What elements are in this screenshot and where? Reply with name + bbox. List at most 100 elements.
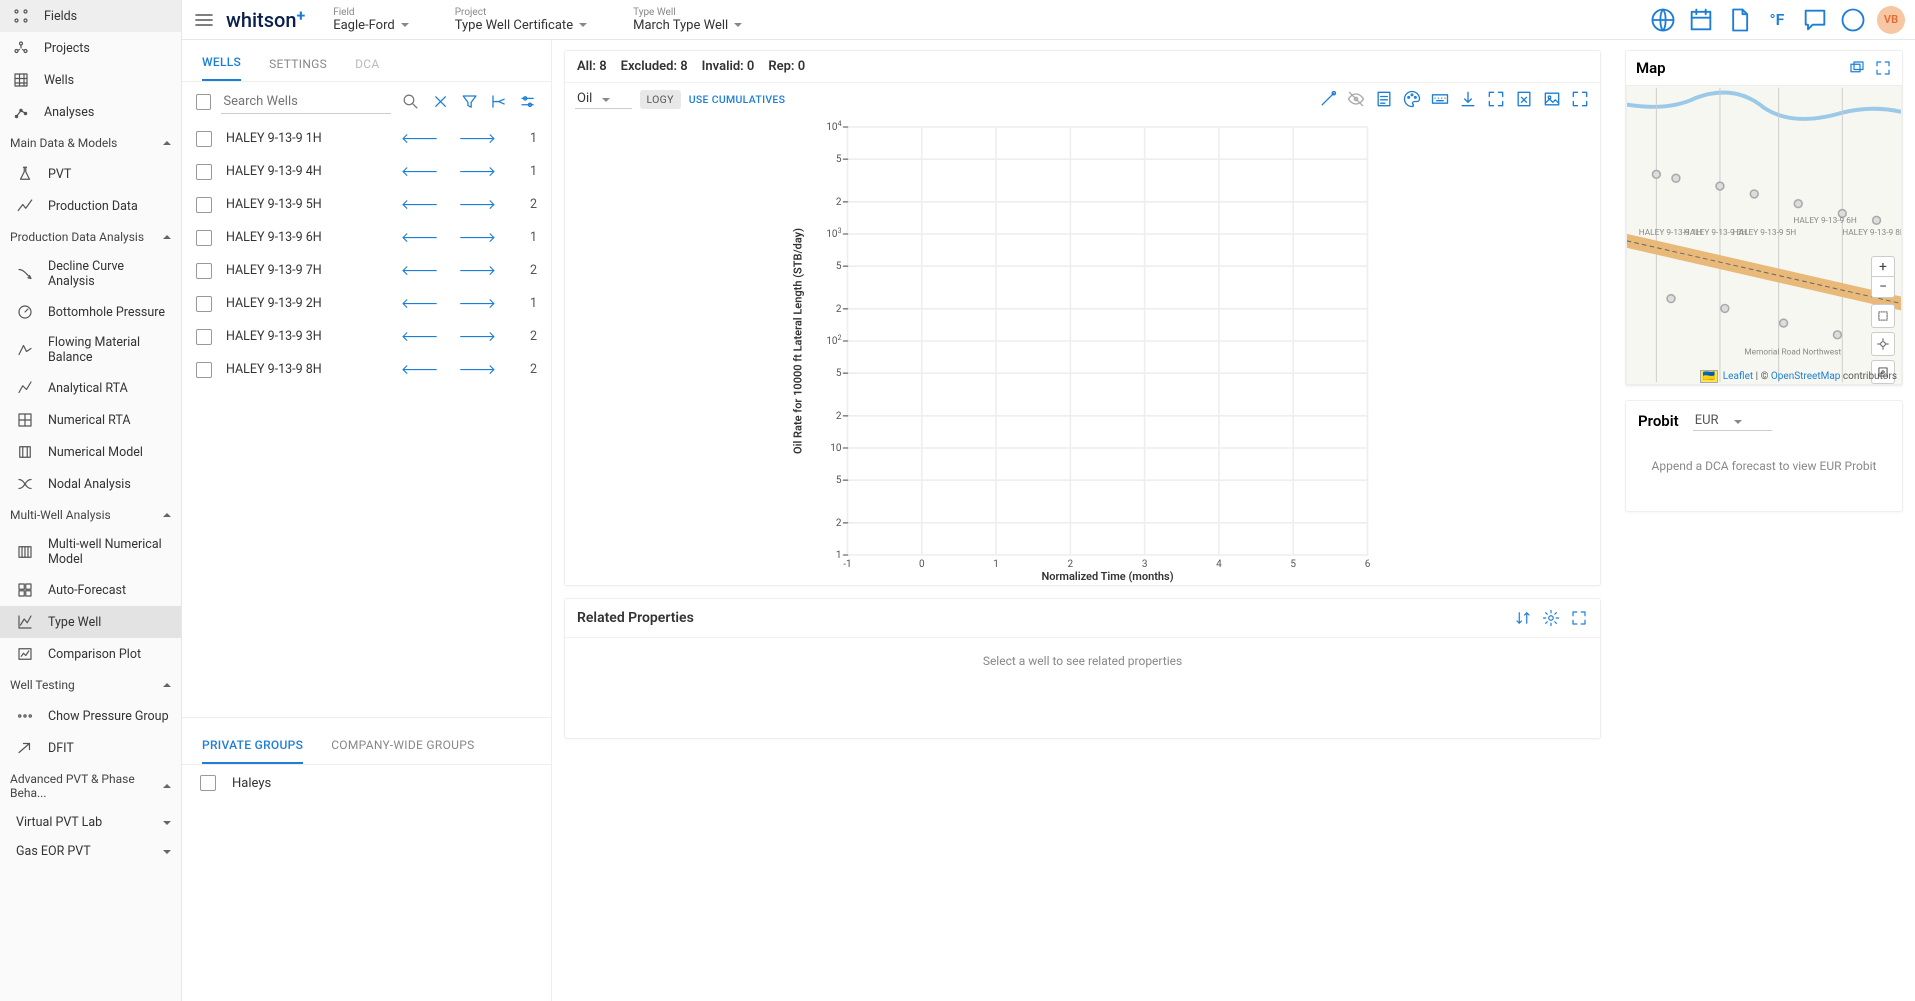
visibility-off-icon[interactable]	[1346, 89, 1366, 109]
sidebar-item-virtual-pvt-lab[interactable]: Virtual PVT Lab	[0, 808, 181, 837]
well-next-icon[interactable]: 🡒	[455, 229, 499, 246]
well-checkbox[interactable]	[196, 197, 212, 213]
well-checkbox[interactable]	[196, 230, 212, 246]
well-row[interactable]: HALEY 9-13-9 5H🡐🡒2	[182, 188, 551, 221]
well-row[interactable]: HALEY 9-13-9 4H🡐🡒1	[182, 155, 551, 188]
tab-private-groups[interactable]: PRIVATE GROUPS	[202, 728, 303, 764]
well-prev-icon[interactable]: 🡐	[398, 295, 442, 312]
sidebar-item-auto-forecast[interactable]: Auto-Forecast	[0, 574, 181, 606]
tab-wells[interactable]: WELLS	[202, 45, 241, 81]
well-prev-icon[interactable]: 🡐	[398, 130, 442, 147]
well-next-icon[interactable]: 🡒	[455, 196, 499, 213]
typewell-selector[interactable]: Type Well March Type Well	[615, 7, 760, 33]
export-image-icon[interactable]	[1542, 89, 1562, 109]
help-icon[interactable]: ?	[1839, 6, 1867, 34]
fullscreen-icon[interactable]	[1570, 89, 1590, 109]
well-prev-icon[interactable]: 🡐	[398, 361, 442, 378]
well-next-icon[interactable]: 🡒	[455, 295, 499, 312]
well-next-icon[interactable]: 🡒	[455, 130, 499, 147]
well-row[interactable]: HALEY 9-13-9 8H🡐🡒2	[182, 353, 551, 386]
feedback-icon[interactable]	[1801, 6, 1829, 34]
map-layers-icon[interactable]	[1848, 59, 1866, 77]
well-row[interactable]: HALEY 9-13-9 2H🡐🡒1	[182, 287, 551, 320]
sidebar-item-production-data[interactable]: Production Data	[0, 190, 181, 222]
sidebar-item-pvt[interactable]: PVT	[0, 158, 181, 190]
well-prev-icon[interactable]: 🡐	[398, 163, 442, 180]
sidebar-item-decline-curve[interactable]: Decline Curve Analysis	[0, 252, 181, 296]
well-checkbox[interactable]	[196, 263, 212, 279]
section-production-data-analysis[interactable]: Production Data Analysis	[0, 222, 181, 252]
keyboard-icon[interactable]	[1430, 89, 1450, 109]
well-prev-icon[interactable]: 🡐	[398, 229, 442, 246]
sidebar-top-fields[interactable]: Fields	[0, 0, 181, 32]
calendar-icon[interactable]	[1687, 6, 1715, 34]
map-zoom-control[interactable]: + −	[1871, 256, 1895, 298]
field-selector[interactable]: Field Eagle-Ford	[315, 7, 427, 33]
phase-selector[interactable]: Oil	[575, 89, 632, 109]
map-select-icon[interactable]	[1871, 304, 1895, 328]
sidebar-item-numerical-model[interactable]: Numerical Model	[0, 436, 181, 468]
use-cumulatives-button[interactable]: USE CUMULATIVES	[689, 93, 786, 106]
search-wells-input[interactable]	[221, 90, 391, 114]
tab-settings[interactable]: SETTINGS	[269, 47, 327, 81]
document-icon[interactable]	[1725, 6, 1753, 34]
well-checkbox[interactable]	[196, 362, 212, 378]
collapse-icon[interactable]	[489, 92, 508, 112]
well-next-icon[interactable]: 🡒	[455, 262, 499, 279]
osm-link[interactable]: OpenStreetMap	[1771, 371, 1841, 382]
expand-icon[interactable]	[1570, 609, 1588, 627]
palette-icon[interactable]	[1402, 89, 1422, 109]
sidebar-item-analytical-rta[interactable]: Analytical RTA	[0, 372, 181, 404]
well-row[interactable]: HALEY 9-13-9 6H🡐🡒1	[182, 221, 551, 254]
filter-icon[interactable]	[460, 92, 479, 112]
sidebar-item-dfit[interactable]: DFIT	[0, 732, 181, 764]
sidebar-top-projects[interactable]: Projects	[0, 32, 181, 64]
well-checkbox[interactable]	[196, 296, 212, 312]
sidebar-item-type-well[interactable]: Type Well	[0, 606, 181, 638]
leaflet-link[interactable]: Leaflet	[1723, 371, 1753, 382]
download-icon[interactable]	[1458, 89, 1478, 109]
map-zoom-out[interactable]: −	[1872, 277, 1894, 297]
well-row[interactable]: HALEY 9-13-9 7H🡐🡒2	[182, 254, 551, 287]
map-locate-icon[interactable]	[1871, 332, 1895, 356]
well-next-icon[interactable]: 🡒	[455, 361, 499, 378]
menu-toggle-icon[interactable]	[192, 8, 216, 32]
section-multi-well-analysis[interactable]: Multi-Well Analysis	[0, 500, 181, 530]
sort-icon[interactable]	[1514, 609, 1532, 627]
search-icon[interactable]	[401, 92, 420, 112]
logy-toggle[interactable]: LOGY	[640, 90, 681, 109]
sidebar-item-numerical-rta[interactable]: Numerical RTA	[0, 404, 181, 436]
section-main-data-models[interactable]: Main Data & Models	[0, 128, 181, 158]
well-prev-icon[interactable]: 🡐	[398, 328, 442, 345]
globe-icon[interactable]	[1649, 6, 1677, 34]
sidebar-item-nodal-analysis[interactable]: Nodal Analysis	[0, 468, 181, 500]
well-row[interactable]: HALEY 9-13-9 3H🡐🡒2	[182, 320, 551, 353]
line-tool-icon[interactable]	[1318, 89, 1338, 109]
well-checkbox[interactable]	[196, 329, 212, 345]
sidebar-item-flowing-material-balance[interactable]: Flowing Material Balance	[0, 328, 181, 372]
sidebar-item-multi-well-model[interactable]: Multi-well Numerical Model	[0, 530, 181, 574]
section-advanced-pvt[interactable]: Advanced PVT & Phase Beha...	[0, 764, 181, 808]
zoom-reset-icon[interactable]	[1486, 89, 1506, 109]
group-checkbox[interactable]	[200, 775, 216, 791]
chart-body[interactable]: 12510251022510325104 -10123456 Normalize…	[565, 115, 1600, 585]
group-row[interactable]: Haleys	[182, 765, 551, 801]
well-next-icon[interactable]: 🡒	[455, 328, 499, 345]
probit-metric-selector[interactable]: EUR	[1693, 411, 1772, 431]
section-well-testing[interactable]: Well Testing	[0, 670, 181, 700]
sidebar-item-chow-pressure[interactable]: Chow Pressure Group	[0, 700, 181, 732]
well-prev-icon[interactable]: 🡐	[398, 196, 442, 213]
project-selector[interactable]: Project Type Well Certificate	[437, 7, 605, 33]
sidebar-item-comparison-plot[interactable]: Comparison Plot	[0, 638, 181, 670]
sidebar-top-wells[interactable]: Wells	[0, 64, 181, 96]
select-all-checkbox[interactable]	[196, 94, 211, 110]
sidebar-item-bottomhole-pressure[interactable]: Bottomhole Pressure	[0, 296, 181, 328]
temperature-unit-toggle[interactable]: °F	[1763, 6, 1791, 34]
user-avatar[interactable]: VB	[1877, 6, 1905, 34]
map-fullscreen-icon[interactable]	[1874, 59, 1892, 77]
map-zoom-in[interactable]: +	[1872, 257, 1894, 277]
gear-icon[interactable]	[1542, 609, 1560, 627]
well-prev-icon[interactable]: 🡐	[398, 262, 442, 279]
notes-icon[interactable]	[1374, 89, 1394, 109]
settings-sliders-icon[interactable]	[518, 92, 537, 112]
